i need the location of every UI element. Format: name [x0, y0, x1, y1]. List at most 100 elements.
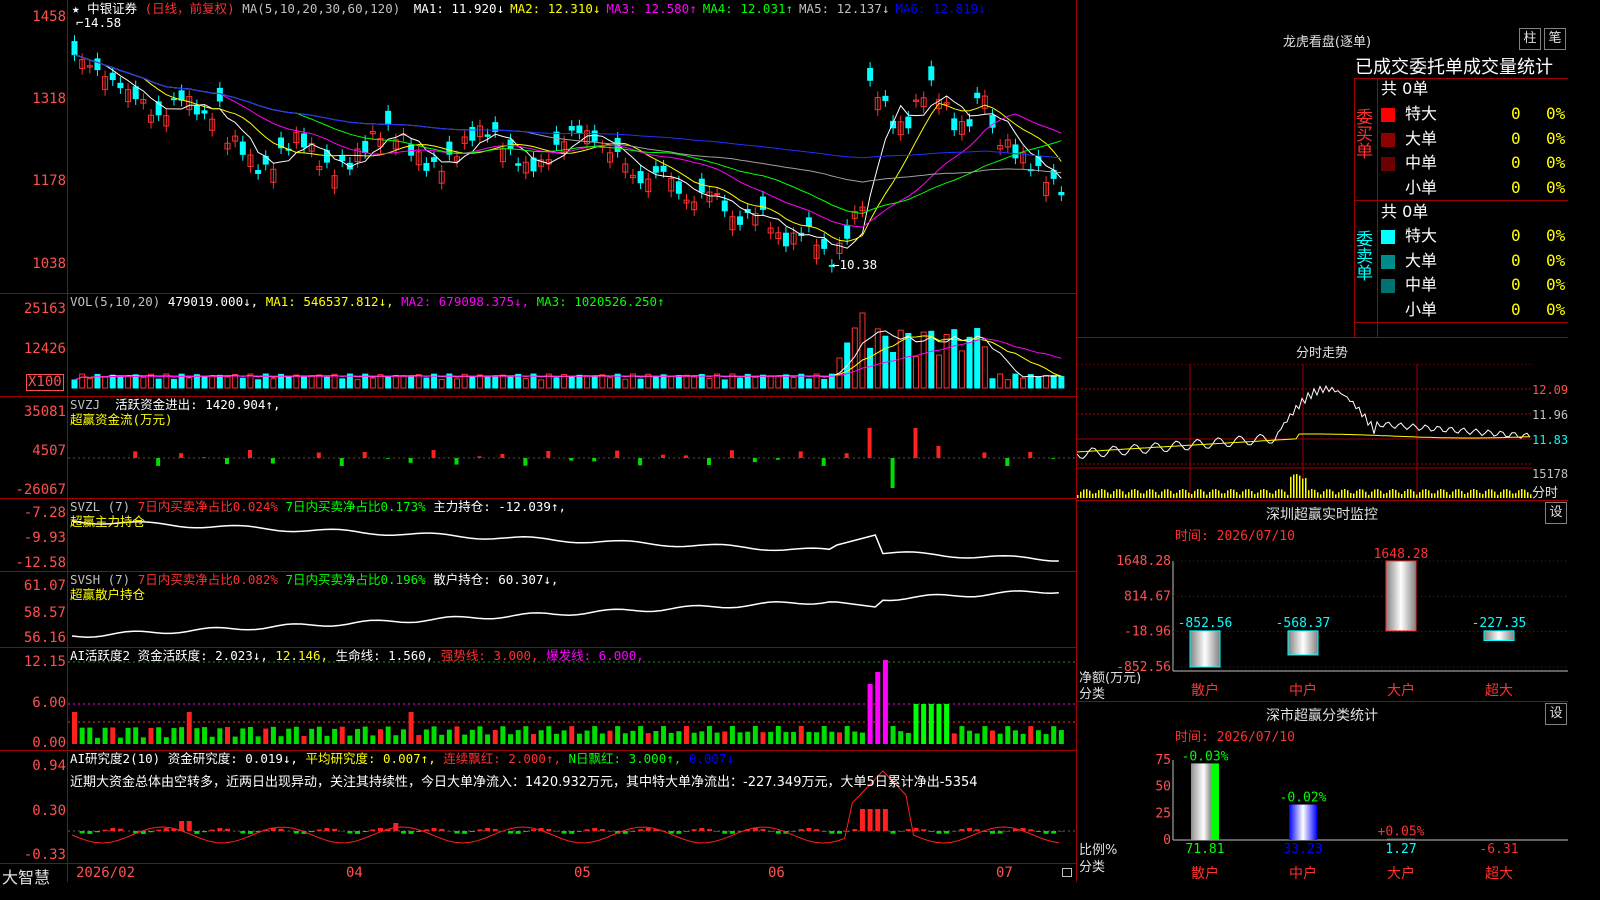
svzj-pane[interactable]: 35081 4507 -26067 SVZJ 活跃资金进出: 1420.904↑… — [0, 397, 1076, 499]
volume-bar — [591, 375, 598, 389]
minute-volume-bar — [1215, 489, 1217, 498]
activity-bar — [882, 660, 888, 744]
activity-bar — [492, 729, 498, 744]
minute-volume-bar — [1155, 491, 1157, 498]
research-bar — [921, 829, 927, 831]
category-label: 超大 — [1485, 866, 1513, 882]
svsh-axis-label: 58.57 — [23, 605, 66, 621]
research-bar — [110, 828, 116, 831]
research-bar — [676, 831, 682, 834]
research-bar — [584, 829, 590, 831]
activity-bar — [599, 733, 605, 744]
minute-volume-bar — [1269, 492, 1271, 498]
candle-body — [431, 157, 438, 162]
research-bar — [622, 831, 628, 834]
lock-icon[interactable] — [1062, 868, 1072, 877]
volume-bar — [1043, 374, 1050, 389]
svzj-axis-label: 35081 — [23, 404, 66, 420]
minute-volume-bar — [1200, 489, 1202, 498]
volume-pane[interactable]: 25163 12426 X100 VOL(5,10,20) 479019.000… — [0, 294, 1076, 397]
ai-activity-chart[interactable] — [0, 648, 1076, 750]
svzj-info-line: SVZJ 活跃资金进出: 1420.904↑, — [70, 397, 281, 412]
flow-bar — [638, 458, 643, 466]
research-bar — [814, 829, 820, 831]
minute-volume-bar — [1458, 489, 1460, 498]
minute-volume-bar — [1212, 489, 1214, 498]
color-swatch — [1381, 108, 1395, 122]
activity-bar — [324, 735, 330, 744]
vol-axis-label: 25163 — [23, 301, 66, 317]
activity-bar — [768, 731, 774, 744]
dragon-title: 龙虎看盘(逐单) — [1282, 35, 1372, 50]
activity-bar — [163, 737, 169, 744]
volume-bar — [913, 356, 919, 389]
svzl-axis-label: -12.58 — [15, 555, 66, 571]
minute-chart[interactable] — [1077, 364, 1568, 500]
ai-activity-pane[interactable]: 12.15 6.00 0.00 AI活跃度2 资金活跃度: 2.023↓, 12… — [0, 648, 1076, 751]
minute-volume-bar — [1377, 489, 1379, 498]
minute-volume-bar — [1356, 490, 1358, 498]
svsh-pane[interactable]: 61.07 58.57 56.16 SVSH (7) 7日内买卖净占比0.082… — [0, 572, 1076, 648]
research-bar — [645, 828, 651, 831]
activity-bar — [133, 727, 139, 744]
minute-volume-bar — [1515, 493, 1517, 498]
research-bar — [630, 831, 636, 832]
research-bar — [416, 831, 422, 833]
sz-monitor-axis-sub: 分类 — [1079, 687, 1106, 702]
activity-bar — [156, 727, 162, 744]
candle-body — [469, 126, 476, 141]
activity-bar — [592, 726, 598, 744]
stats-header: 已成交委托单成交量统计 — [1355, 57, 1553, 78]
ma-value-3: MA3: 12.580↑ — [606, 1, 697, 16]
activity-bar — [209, 736, 215, 744]
minute-volume-bar — [1407, 489, 1409, 498]
price-pane[interactable]: 1458 1318 1178 1038 ★ 中银证券 (日线，前复权) MA(5… — [0, 0, 1076, 294]
minute-panel[interactable]: 分时走势 12.09 11.96 11.83 15178 分时 — [1077, 338, 1568, 501]
flow-bar — [729, 450, 734, 458]
color-swatch — [1381, 182, 1395, 196]
activity-bar — [691, 732, 697, 744]
minute-volume-bar — [1503, 489, 1505, 498]
activity-bar — [316, 726, 322, 744]
minute-volume-bar — [1245, 489, 1247, 498]
research-bar — [148, 831, 154, 833]
research-bar — [408, 831, 414, 834]
svzl-pane[interactable]: -7.28 -9.93 -12.58 SVZL (7) 7日内买卖净占比0.02… — [0, 499, 1076, 572]
ai-research-chart[interactable] — [0, 751, 1076, 863]
ai-research-pane[interactable]: 0.94 0.30 -0.33 AI研究度2(10) 资金研究度: 0.019↓… — [0, 751, 1076, 863]
flow-bar — [1028, 451, 1033, 458]
volume-bar — [599, 374, 606, 389]
flow-bar — [523, 458, 528, 466]
stroke-mode-button[interactable]: 笔 — [1544, 28, 1566, 50]
volume-bar — [201, 375, 208, 389]
candle-body — [568, 126, 575, 131]
candle-body — [974, 92, 981, 99]
research-bar — [1043, 831, 1049, 834]
volume-bar — [928, 330, 935, 389]
volume-bar — [821, 378, 828, 389]
research-bar — [859, 809, 865, 831]
research-bar — [561, 831, 567, 834]
flow-bar — [867, 428, 872, 458]
volume-bar — [140, 377, 147, 389]
research-bar — [225, 828, 230, 831]
order-count: 0 — [1511, 226, 1521, 245]
research-bar — [492, 828, 498, 831]
activity-bar — [607, 730, 613, 744]
activity-bar — [546, 726, 552, 744]
candle-body — [255, 170, 262, 174]
activity-bar — [1043, 734, 1049, 744]
bar-mode-button[interactable]: 柱 — [1519, 28, 1541, 50]
kline-chart[interactable] — [0, 0, 1076, 293]
star-icon[interactable]: ★ — [72, 1, 80, 16]
volume-bar — [492, 375, 499, 389]
minute-volume-bar — [1278, 489, 1280, 498]
minute-volume-bar — [1311, 489, 1313, 498]
volume-bar — [102, 376, 109, 389]
category-label: 中户 — [1289, 682, 1317, 699]
activity-bar — [714, 732, 720, 744]
activity-bar — [752, 726, 758, 744]
minute-volume-bar — [1248, 489, 1250, 498]
aires-axis-label: 0.30 — [32, 803, 66, 819]
volume-chart[interactable] — [0, 294, 1076, 396]
